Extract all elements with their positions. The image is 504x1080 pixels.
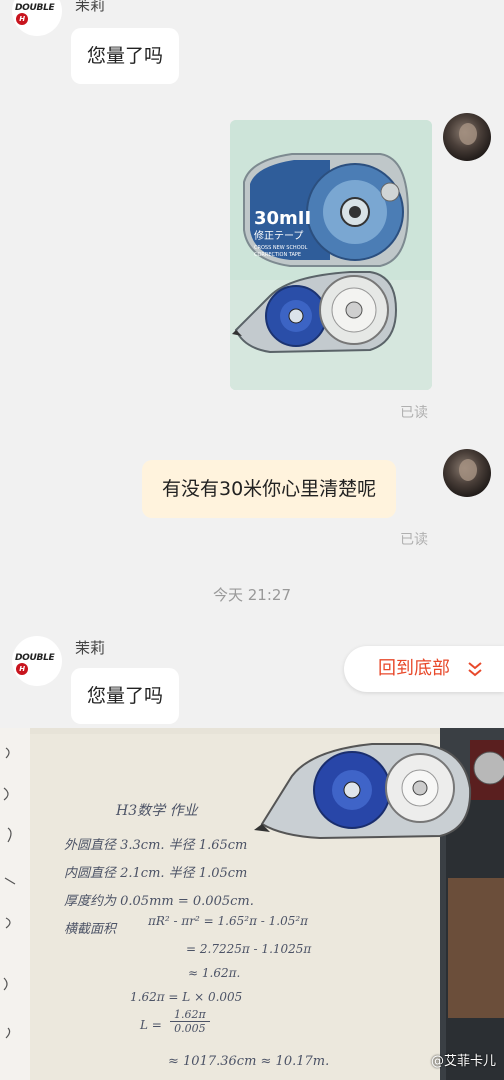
sender-name: 茉莉: [75, 0, 106, 14]
avatar-logo-mark: H: [16, 13, 28, 25]
back-to-bottom-label: 回到底部: [378, 658, 450, 679]
notebook-photo: H3数学 作业 外圆直径 3.3cm. 半径 1.65cm 内圆直径 2.1cm…: [0, 728, 504, 1080]
read-receipt: 已读: [400, 532, 428, 548]
message-bubble[interactable]: 您量了吗: [71, 28, 180, 84]
notes-fraction: 1.62π 0.005: [170, 1008, 210, 1035]
avatar-logo-text: DOUBLE: [15, 653, 55, 663]
notes-line: L =: [140, 1018, 162, 1032]
notes-line: 外圆直径 3.3cm. 半径 1.65cm: [64, 838, 248, 853]
notes-fraction-numerator: 1.62π: [170, 1008, 210, 1022]
notes-line: 1.62π = L × 0.005: [130, 990, 243, 1004]
avatar-molly[interactable]: DOUBLEH: [12, 636, 62, 686]
tape-small1: CROSS NEW SCHOOL: [254, 245, 308, 251]
back-to-bottom-button[interactable]: 回到底部: [344, 646, 504, 692]
avatar-logo-text: DOUBLE: [15, 3, 55, 13]
timestamp: 今天 21:27: [213, 586, 291, 604]
correction-tape-photo: 30mII 修正テープ CROSS NEW SCHOOL CORRECTION …: [230, 120, 432, 390]
notes-line: 横截面积: [64, 922, 117, 937]
avatar-self[interactable]: [443, 449, 491, 497]
tape-subtitle: 修正テープ: [254, 229, 303, 242]
avatar-logo-mark: H: [16, 663, 28, 675]
message-bubble[interactable]: 您量了吗: [71, 668, 180, 724]
tape-small2: CORRECTION TAPE: [254, 252, 301, 258]
notes-line: ≈ 1017.36cm ≈ 10.17m.: [168, 1054, 330, 1069]
handwritten-notes: H3数学 作业 外圆直径 3.3cm. 半径 1.65cm 内圆直径 2.1cm…: [0, 728, 504, 1080]
image-message[interactable]: 30mII 修正テープ CROSS NEW SCHOOL CORRECTION …: [230, 120, 432, 390]
sender-name: 茉莉: [75, 639, 106, 657]
notes-line: 厚度约为 0.05mm = 0.005cm.: [64, 894, 254, 909]
tape-brand: 30mII: [254, 208, 311, 229]
notes-line: 内圆直径 2.1cm. 半径 1.05cm: [64, 866, 248, 881]
self-message-bubble[interactable]: 有没有30米你心里清楚呢: [142, 460, 397, 518]
notes-fraction-denominator: 0.005: [174, 1022, 206, 1035]
double-chevron-down-icon: [468, 662, 482, 677]
weibo-watermark: @艾菲卡儿: [430, 1054, 496, 1069]
notes-line: πR² - πr² = 1.65²π - 1.05²π: [148, 914, 309, 928]
read-receipt: 已读: [400, 405, 428, 421]
notes-line: ≈ 1.62π.: [188, 966, 241, 980]
notes-title: H3数学 作业: [116, 803, 198, 819]
notes-line: = 2.7225π - 1.1025π: [186, 942, 312, 956]
avatar-self[interactable]: [443, 113, 491, 161]
avatar-molly[interactable]: DOUBLEH: [12, 0, 62, 36]
